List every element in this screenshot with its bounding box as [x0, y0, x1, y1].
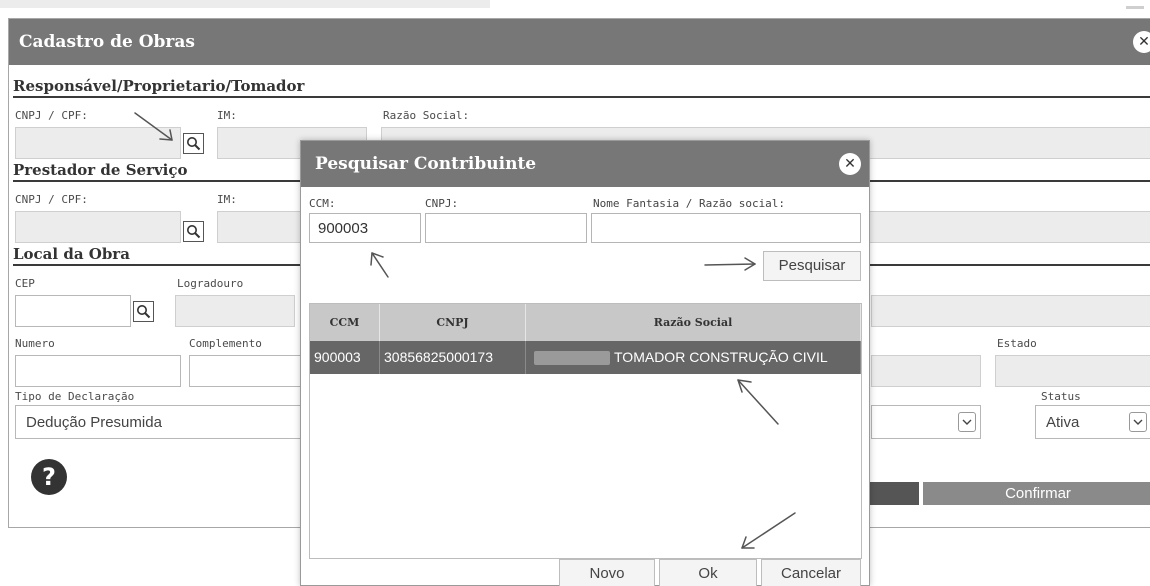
prestador-im-label: IM:	[217, 193, 237, 206]
numero-field[interactable]	[15, 355, 181, 387]
ccm-input[interactable]: 900003	[309, 213, 421, 243]
chevron-down-icon[interactable]	[1129, 412, 1147, 432]
row-ccm[interactable]: 900003	[310, 341, 380, 374]
complemento-field[interactable]	[189, 355, 309, 387]
tipo-declaracao-select[interactable]: Dedução Presumida	[15, 405, 311, 439]
cep-field[interactable]	[15, 295, 131, 327]
prestador-cnpj-label: CNPJ / CPF:	[15, 193, 88, 206]
ccm-label: CCM:	[309, 197, 336, 210]
grid-header-ccm[interactable]: CCM	[310, 304, 380, 341]
section-title-prestador: Prestador de Serviço	[13, 161, 188, 179]
section-title-local: Local da Obra	[13, 245, 130, 263]
prestador-cnpj-field[interactable]	[15, 211, 181, 243]
main-title: Cadastro de Obras	[19, 32, 195, 52]
top-strip	[0, 0, 490, 8]
grid-header-cnpj[interactable]: CNPJ	[380, 304, 526, 341]
help-icon[interactable]: ?	[31, 459, 67, 495]
logradouro-label: Logradouro	[177, 277, 244, 290]
numero-label: Numero	[15, 337, 55, 350]
tipo-declaracao-label: Tipo de Declaração	[15, 390, 135, 403]
main-close-icon[interactable]: ✕	[1133, 31, 1150, 53]
logradouro-field-right[interactable]	[871, 295, 1150, 327]
modal-title: Pesquisar Contribuinte	[315, 154, 537, 174]
results-grid: CCM CNPJ Razão Social 900003 30856825000…	[309, 303, 862, 559]
ok-button[interactable]: Ok	[659, 559, 757, 586]
nome-label: Nome Fantasia / Razão social:	[593, 197, 786, 210]
responsavel-razao-label: Razão Social:	[383, 109, 470, 122]
estado-label: Estado	[997, 337, 1037, 350]
responsavel-search-icon[interactable]	[183, 133, 204, 154]
responsavel-im-label: IM:	[217, 109, 237, 122]
responsavel-cnpj-field[interactable]	[15, 127, 181, 159]
complemento-label: Complemento	[189, 337, 262, 350]
row-cnpj[interactable]: 30856825000173	[380, 341, 526, 374]
secondary-action-bar[interactable]	[869, 482, 919, 505]
row-razao: TOMADOR CONSTRUÇÃO CIVIL	[614, 349, 828, 365]
prestador-search-icon[interactable]	[183, 221, 204, 242]
redacted-text	[534, 351, 610, 366]
bairro-field[interactable]	[871, 355, 981, 387]
novo-button[interactable]: Novo	[559, 559, 655, 586]
main-header: Cadastro de Obras ✕	[9, 19, 1150, 65]
cancelar-button[interactable]: Cancelar	[761, 559, 861, 586]
grid-header-razao[interactable]: Razão Social	[526, 304, 861, 341]
confirm-button[interactable]: Confirmar	[923, 482, 1150, 505]
pesquisar-contribuinte-modal: Pesquisar Contribuinte ✕ CCM: CNPJ: Nome…	[300, 140, 870, 586]
cnpj-label: CNPJ:	[425, 197, 459, 210]
section-title-responsavel: Responsável/Proprietario/Tomador	[13, 77, 305, 95]
section-divider	[13, 96, 1150, 98]
estado-field[interactable]	[995, 355, 1150, 387]
top-right-mark	[1126, 6, 1144, 9]
modal-close-icon[interactable]: ✕	[839, 153, 861, 175]
responsavel-cnpj-label: CNPJ / CPF:	[15, 109, 88, 122]
status-label: Status	[1041, 390, 1081, 403]
chevron-down-icon[interactable]	[958, 412, 976, 432]
cep-search-icon[interactable]	[133, 301, 154, 322]
cep-label: CEP	[15, 277, 35, 290]
row-razao-cell[interactable]: TOMADOR CONSTRUÇÃO CIVIL	[526, 341, 861, 374]
nome-input[interactable]	[591, 213, 861, 243]
modal-header: Pesquisar Contribuinte ✕	[301, 141, 869, 187]
pesquisar-button[interactable]: Pesquisar	[763, 251, 861, 281]
logradouro-field[interactable]	[175, 295, 295, 327]
cnpj-input[interactable]	[425, 213, 587, 243]
